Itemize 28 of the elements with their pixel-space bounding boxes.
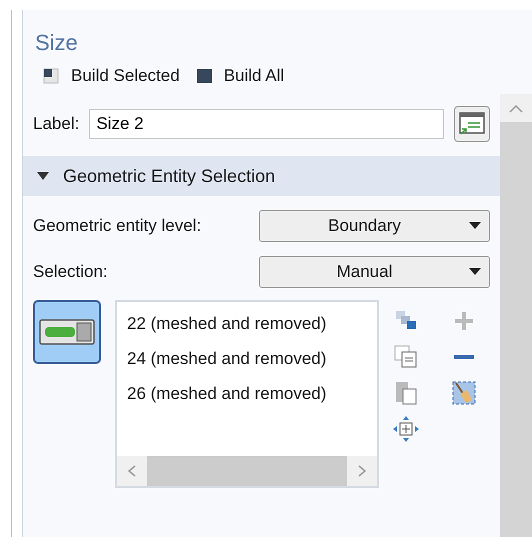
list-item[interactable]: 24 (meshed and removed) [127, 341, 377, 376]
field-label: Label: [33, 114, 80, 134]
field-label: Selection: [33, 262, 109, 282]
scroll-up-icon[interactable] [509, 104, 523, 112]
active-toggle[interactable] [33, 300, 101, 364]
list-item[interactable]: 22 (meshed and removed) [127, 306, 377, 341]
dropdown-caret-icon [469, 268, 481, 276]
section-header[interactable]: Geometric Entity Selection [23, 156, 500, 196]
copy-list-icon[interactable] [393, 344, 419, 370]
toolbar-button[interactable]: Build All [196, 66, 292, 86]
dropdown[interactable]: Manual [259, 256, 490, 288]
dropdown[interactable]: Boundary [259, 210, 490, 242]
panel-title: Size [35, 30, 79, 56]
list-item[interactable]: 26 (meshed and removed) [127, 376, 377, 411]
cube-icon [43, 67, 61, 85]
expanded-caret-icon [37, 171, 49, 181]
toolbar-button[interactable]: Build Selected [43, 66, 188, 86]
cube-icon [196, 67, 214, 85]
zoom-selection-icon[interactable] [393, 416, 419, 442]
paste-icon[interactable] [393, 380, 419, 406]
vertical-scrollbar[interactable] [500, 94, 532, 537]
toggle-switch-icon [39, 319, 95, 345]
dropdown-caret-icon [469, 222, 481, 230]
broom-icon[interactable] [451, 380, 477, 406]
comment-button[interactable] [454, 106, 490, 142]
scrollbar-thumb[interactable] [147, 456, 347, 486]
label-field[interactable]: Size 2 [89, 109, 444, 139]
field-label: Geometric entity level: [33, 216, 202, 236]
